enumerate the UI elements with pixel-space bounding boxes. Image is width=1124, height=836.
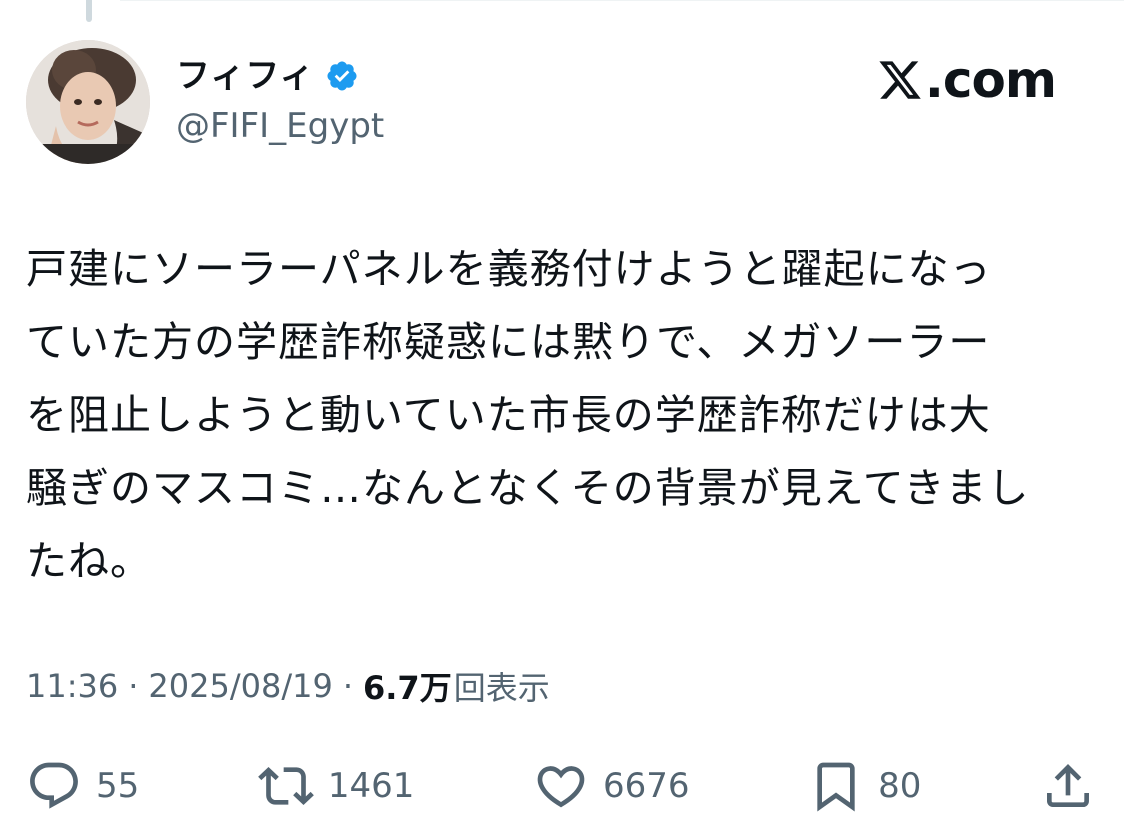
meta-separator: · [128,667,139,705]
meta-separator: · [342,667,353,705]
reply-button[interactable]: 55 [26,758,139,814]
tweet-actions-bar: 55 1461 6676 80 [26,754,1096,818]
heart-icon [537,766,585,808]
share-icon [1046,764,1089,807]
author-display-name[interactable]: フィフィ [176,56,315,96]
thread-connector-line [86,0,92,22]
tweet-text: 戸建にソーラーパネルを義務付けようと躍起になっ ていた方の学歴詐称疑惑には黙りで… [26,233,1096,598]
like-count: 6676 [602,766,690,806]
bookmark-icon [817,762,855,812]
tweet-date[interactable]: 2025/08/19 [148,667,332,705]
author-handle[interactable]: @FIFI_Egypt [176,104,384,148]
avatar-photo [26,40,150,164]
share-button[interactable] [1040,758,1096,814]
bookmark-count: 80 [878,766,922,806]
x-logo-icon [879,61,921,99]
author-name-row: フィフィ [176,52,359,100]
repost-count: 1461 [327,766,415,806]
repost-icon [258,767,314,805]
brand-domain-text: .com [924,51,1057,109]
views-label: 回表示 [453,669,550,707]
bookmark-button[interactable]: 80 [808,758,921,814]
like-button[interactable]: 6676 [533,758,690,814]
top-divider [120,0,1124,1]
tweet-metadata: 11:36 · 2025/08/19 · 6.7万 回表示 [26,664,550,708]
reply-icon [30,762,78,809]
reply-count: 55 [96,766,140,806]
repost-button[interactable]: 1461 [258,758,415,814]
verified-badge-icon [327,61,357,91]
tweet-time[interactable]: 11:36 [26,667,118,705]
tweet-text-line: 戸建にソーラーパネルを義務付けようと躍起になっ [26,245,992,293]
avatar[interactable] [26,40,150,164]
tweet-text-line: ていた方の学歴詐称疑惑には黙りで、メガソーラー [26,318,991,366]
x-com-brand: .com [877,50,1057,110]
tweet-text-line: 騒ぎのマスコミ…なんとなくその背景が見えてきまし [26,464,1030,512]
tweet-text-line: を阻止しようと動いていた市長の学歴詐称だけは大 [26,391,991,439]
views-count[interactable]: 6.7万 [363,663,452,709]
tweet-text-line: たね。 [26,537,152,585]
